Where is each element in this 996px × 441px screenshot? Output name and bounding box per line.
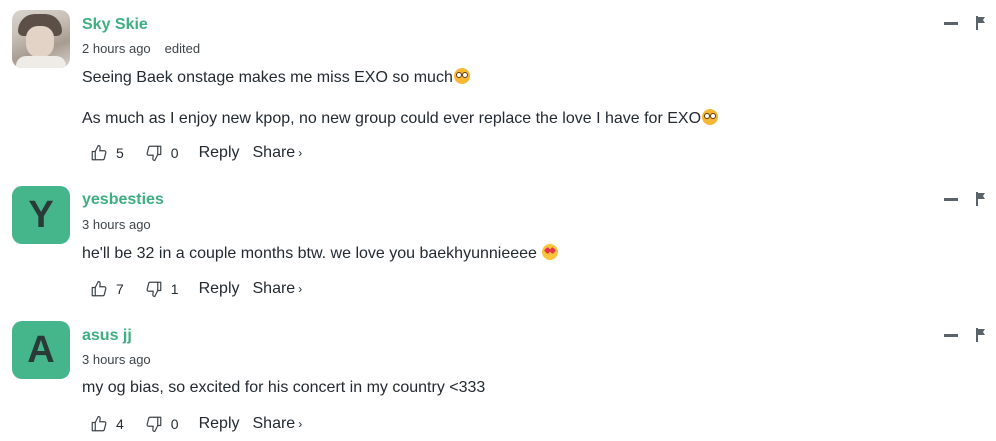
flushed-face-emoji-icon [453, 68, 470, 84]
share-label: Share [252, 280, 296, 297]
like-count: 5 [116, 145, 124, 161]
comment-text: As much as I enjoy new kpop, no new grou… [82, 110, 702, 127]
flag-icon[interactable] [976, 328, 986, 342]
dislike-count: 0 [170, 145, 179, 161]
like-count: 7 [116, 281, 124, 297]
comment-text: my og bias, so excited for his concert i… [82, 379, 486, 396]
like-button[interactable]: 4 [90, 415, 124, 433]
dislike-count: 0 [170, 416, 179, 432]
flag-icon[interactable] [976, 192, 986, 206]
thumbs-up-icon [91, 144, 107, 161]
edited-label: edited [164, 41, 201, 56]
share-label: Share [252, 144, 296, 161]
avatar[interactable]: Y [12, 186, 70, 244]
reply-button[interactable]: Reply [199, 280, 240, 298]
comment-actions: 7 1 Reply Share › [90, 278, 302, 300]
comment-actions: 4 0 Reply Share › [90, 413, 302, 435]
comment-text-line: he'll be 32 in a couple months btw. we l… [82, 244, 559, 263]
dislike-button[interactable]: 0 [145, 415, 179, 433]
heart-eyes-emoji-icon [542, 244, 559, 260]
reply-button[interactable]: Reply [199, 415, 240, 433]
comment-author[interactable]: asus jj [82, 327, 132, 345]
comment-text: Seeing Baek onstage makes me miss EXO so… [82, 69, 453, 86]
dislike-count: 1 [170, 281, 179, 297]
thumbs-down-icon [146, 416, 162, 433]
dislike-button[interactable]: 0 [145, 144, 179, 162]
comment-corner-controls [944, 16, 986, 30]
chevron-right-icon: › [298, 146, 303, 160]
comment-text-line: Seeing Baek onstage makes me miss EXO so… [82, 68, 470, 87]
comment-timestamp: 3 hours ago [82, 352, 151, 367]
reply-button[interactable]: Reply [199, 144, 240, 162]
comment-corner-controls [944, 192, 986, 206]
like-count: 4 [116, 416, 124, 432]
comment-text-line: As much as I enjoy new kpop, no new grou… [82, 109, 719, 128]
chevron-right-icon: › [298, 282, 303, 296]
thumbs-up-icon [91, 415, 107, 432]
avatar[interactable] [12, 10, 70, 68]
dislike-button[interactable]: 1 [145, 280, 179, 298]
comment-meta: 3 hours ago [82, 352, 151, 367]
comment-thread: Sky Skie 2 hours ago edited Seeing Baek o… [0, 0, 996, 441]
like-button[interactable]: 7 [90, 280, 124, 298]
comment-author[interactable]: Sky Skie [82, 16, 148, 34]
comment-author[interactable]: yesbesties [82, 191, 164, 209]
comment-text: he'll be 32 in a couple months btw. we l… [82, 245, 542, 262]
share-button[interactable]: Share › [253, 280, 303, 298]
comment-text-line: my og bias, so excited for his concert i… [82, 379, 485, 397]
comment-timestamp: 3 hours ago [82, 217, 151, 232]
comment-corner-controls [944, 328, 986, 342]
comment-meta: 3 hours ago [82, 217, 151, 232]
thumbs-down-icon [146, 281, 162, 298]
share-label: Share [252, 415, 296, 432]
chevron-right-icon: › [298, 417, 303, 431]
share-button[interactable]: Share › [253, 144, 303, 162]
thumbs-down-icon [146, 145, 162, 162]
avatar[interactable]: A [12, 321, 70, 379]
pleading-face-emoji-icon [702, 109, 719, 125]
comment-meta: 2 hours ago edited [82, 41, 200, 56]
comment-timestamp: 2 hours ago [82, 41, 151, 56]
like-button[interactable]: 5 [90, 144, 124, 162]
comment-actions: 5 0 Reply Share › [90, 142, 302, 164]
collapse-icon[interactable] [944, 21, 958, 25]
flag-icon[interactable] [976, 16, 986, 30]
thumbs-up-icon [91, 280, 107, 297]
collapse-icon[interactable] [944, 333, 958, 337]
collapse-icon[interactable] [944, 197, 958, 201]
share-button[interactable]: Share › [253, 415, 303, 433]
